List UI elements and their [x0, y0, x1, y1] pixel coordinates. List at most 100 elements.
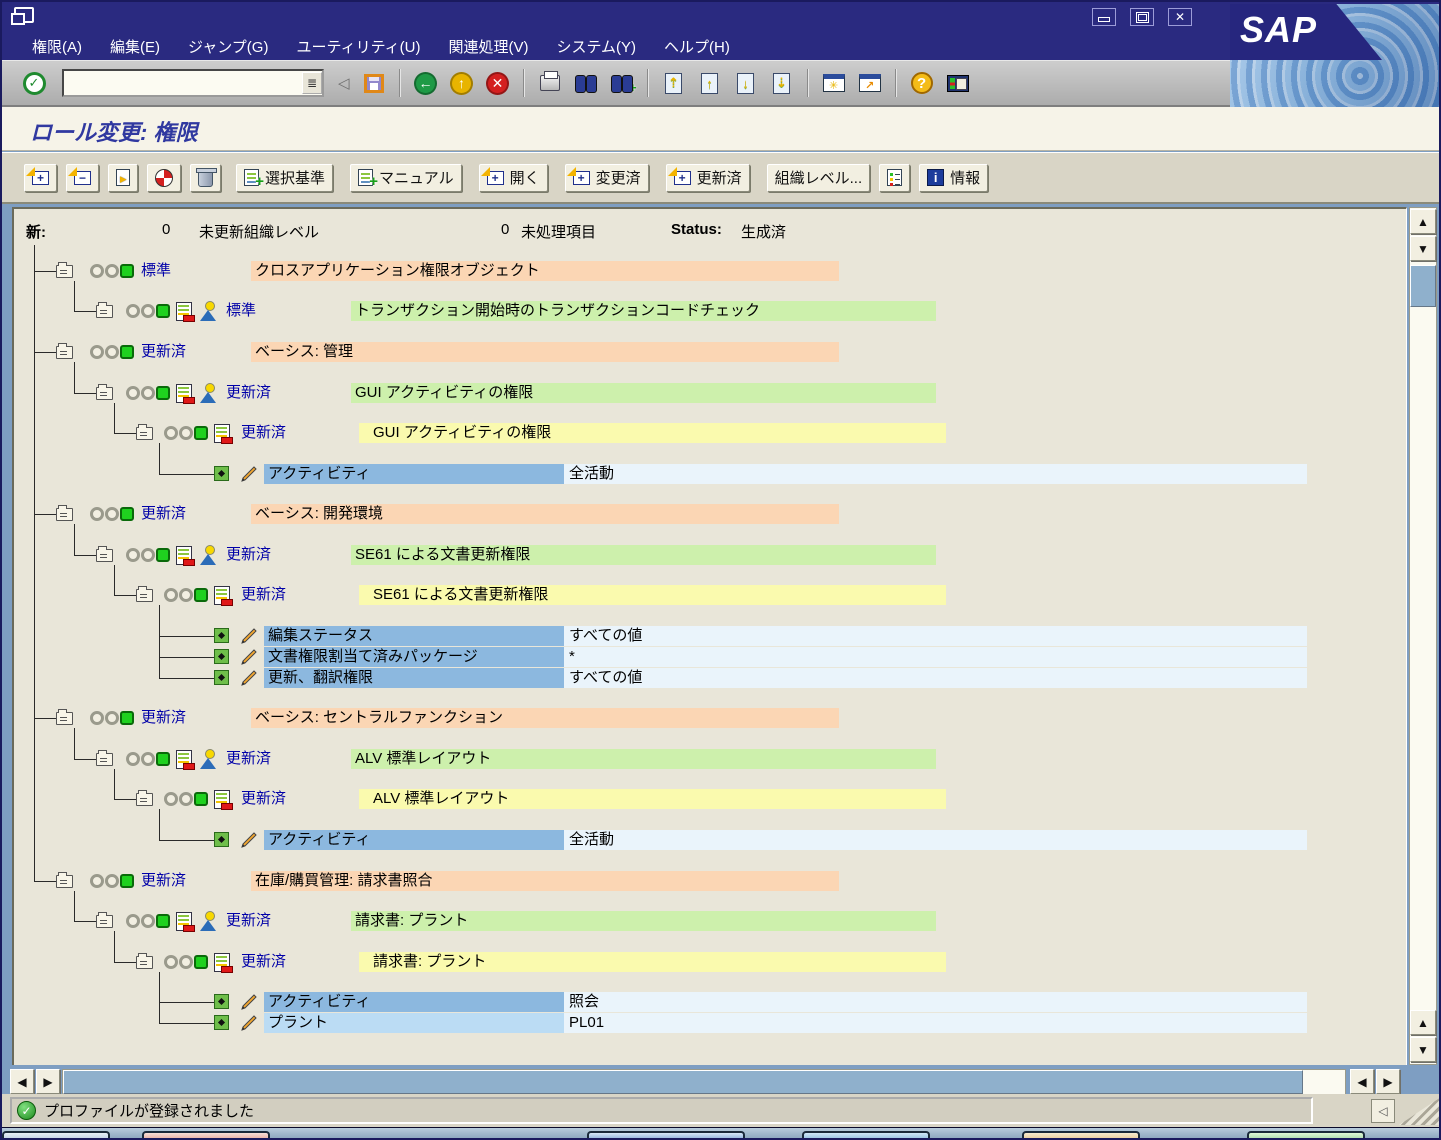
- folder-icon[interactable]: [96, 305, 113, 318]
- tree-row-class[interactable]: 更新済 ベーシス: セントラルファンクション: [14, 708, 1406, 728]
- horizontal-scroll-thumb[interactable]: [63, 1070, 1303, 1094]
- tree-row-field[interactable]: アクティビティ 全活動: [14, 830, 1406, 850]
- scroll-up-button[interactable]: ▲: [1410, 209, 1436, 234]
- row-description[interactable]: 請求書: プラント: [351, 911, 936, 931]
- field-label[interactable]: 文書権限割当て済みパッケージ: [264, 647, 564, 667]
- help-button[interactable]: ?: [904, 65, 940, 101]
- next-page-button[interactable]: ↓: [728, 65, 764, 101]
- resize-grip[interactable]: [1399, 1097, 1441, 1125]
- field-value[interactable]: PL01: [564, 1013, 1307, 1033]
- tree-row-object[interactable]: 更新済 ALV 標準レイアウト: [14, 749, 1406, 769]
- tree-row-object[interactable]: 更新済 GUI アクティビティの権限: [14, 383, 1406, 403]
- menu-utilities[interactable]: ユーティリティ(U): [296, 36, 420, 57]
- tree-row-object[interactable]: 更新済 SE61 による文書更新権限: [14, 545, 1406, 565]
- last-page-button[interactable]: ⇣: [764, 65, 800, 101]
- taskbar-item[interactable]: [2, 1131, 110, 1140]
- scroll-down-button-bottom[interactable]: ▼: [1410, 1037, 1436, 1062]
- taskbar-item[interactable]: [587, 1131, 745, 1140]
- scroll-down-button[interactable]: ▼: [1410, 236, 1436, 261]
- row-description[interactable]: 在庫/購買管理: 請求書照合: [251, 871, 839, 891]
- command-field[interactable]: ≣: [62, 69, 324, 97]
- scroll-left-button-right[interactable]: ◀: [1350, 1069, 1374, 1094]
- tree-row-authorization[interactable]: 更新済 SE61 による文書更新権限: [14, 585, 1406, 605]
- row-description[interactable]: GUI アクティビティの権限: [351, 383, 936, 403]
- manual-button[interactable]: + マニュアル: [350, 164, 462, 192]
- folder-icon[interactable]: [136, 589, 153, 602]
- find-button[interactable]: [568, 65, 604, 101]
- tree-row-object[interactable]: 標準 トランザクション開始時のトランザクションコードチェック: [14, 301, 1406, 321]
- tree-row-field[interactable]: アクティビティ 照会: [14, 992, 1406, 1012]
- pencil-icon[interactable]: [240, 831, 258, 849]
- folder-icon[interactable]: [136, 956, 153, 969]
- minimize-button[interactable]: [1092, 8, 1116, 26]
- pencil-icon[interactable]: [240, 648, 258, 666]
- move-node-button[interactable]: [108, 164, 138, 192]
- menu-system[interactable]: システム(Y): [557, 36, 637, 57]
- menu-goto[interactable]: ジャンプ(G): [188, 36, 268, 57]
- folder-icon[interactable]: [136, 427, 153, 440]
- tree-row-object[interactable]: 更新済 請求書: プラント: [14, 911, 1406, 931]
- field-value[interactable]: 全活動: [564, 464, 1307, 484]
- folder-icon[interactable]: [96, 549, 113, 562]
- field-label[interactable]: アクティビティ: [264, 992, 564, 1012]
- pencil-icon[interactable]: [240, 669, 258, 687]
- field-value[interactable]: すべての値: [564, 668, 1307, 688]
- tree-row-class[interactable]: 更新済 ベーシス: 管理: [14, 342, 1406, 362]
- tree-row-class[interactable]: 更新済 ベーシス: 開発環境: [14, 504, 1406, 524]
- customize-layout-button[interactable]: [940, 65, 976, 101]
- pencil-icon[interactable]: [240, 993, 258, 1011]
- open-button[interactable]: + 開く: [479, 164, 548, 192]
- new-session-button[interactable]: ✳: [816, 65, 852, 101]
- row-description[interactable]: ベーシス: 管理: [251, 342, 839, 362]
- status-collapse-icon[interactable]: ◁: [1371, 1099, 1395, 1123]
- folder-icon[interactable]: [56, 712, 73, 725]
- taskbar-item[interactable]: [802, 1131, 930, 1140]
- pencil-icon[interactable]: [240, 627, 258, 645]
- collapse-node-button[interactable]: −: [66, 164, 99, 192]
- command-history-icon[interactable]: ≣: [302, 72, 322, 94]
- row-description[interactable]: 請求書: プラント: [359, 952, 946, 972]
- first-page-button[interactable]: ⇡: [656, 65, 692, 101]
- back-button[interactable]: ←: [408, 65, 444, 101]
- enter-button[interactable]: ✓: [16, 65, 52, 101]
- windows-taskbar[interactable]: [2, 1127, 1441, 1140]
- menu-authorization[interactable]: 権限(A): [32, 36, 82, 57]
- folder-icon[interactable]: [56, 875, 73, 888]
- save-button[interactable]: [356, 65, 392, 101]
- command-input[interactable]: [64, 75, 302, 91]
- vertical-scroll-thumb[interactable]: [1410, 265, 1436, 307]
- menu-environment[interactable]: 関連処理(V): [449, 36, 529, 57]
- taskbar-item[interactable]: [1247, 1131, 1365, 1140]
- changed-button[interactable]: + 変更済: [565, 164, 649, 192]
- status-overview-button[interactable]: [147, 164, 181, 192]
- exit-button[interactable]: ↑: [444, 65, 480, 101]
- cancel-button[interactable]: ✕: [480, 65, 516, 101]
- row-description[interactable]: ベーシス: 開発環境: [251, 504, 839, 524]
- row-description[interactable]: SE61 による文書更新権限: [359, 585, 946, 605]
- field-label-org-level[interactable]: プラント: [264, 1013, 564, 1033]
- folder-icon[interactable]: [56, 346, 73, 359]
- tree-row-field[interactable]: 更新、翻訳権限 すべての値: [14, 668, 1406, 688]
- tree-row-field[interactable]: 文書権限割当て済みパッケージ *: [14, 647, 1406, 667]
- folder-icon[interactable]: [56, 265, 73, 278]
- maintained-button[interactable]: + 更新済: [666, 164, 750, 192]
- menu-help[interactable]: ヘルプ(H): [664, 36, 730, 57]
- field-label[interactable]: 更新、翻訳権限: [264, 668, 564, 688]
- field-label[interactable]: 編集ステータス: [264, 626, 564, 646]
- row-description[interactable]: SE61 による文書更新権限: [351, 545, 936, 565]
- menu-edit[interactable]: 編集(E): [110, 36, 160, 57]
- field-value[interactable]: 照会: [564, 992, 1307, 1012]
- org-levels-button[interactable]: 組織レベル...: [767, 164, 871, 192]
- folder-icon[interactable]: [96, 753, 113, 766]
- row-description[interactable]: ALV 標準レイアウト: [359, 789, 946, 809]
- folder-icon[interactable]: [56, 508, 73, 521]
- field-label[interactable]: アクティビティ: [264, 464, 564, 484]
- legend-button[interactable]: [879, 164, 910, 192]
- previous-page-button[interactable]: ↑: [692, 65, 728, 101]
- find-next-button[interactable]: +: [604, 65, 640, 101]
- folder-icon[interactable]: [96, 387, 113, 400]
- pencil-icon[interactable]: [240, 1014, 258, 1032]
- row-description[interactable]: トランザクション開始時のトランザクションコードチェック: [351, 301, 936, 321]
- field-value[interactable]: *: [564, 647, 1307, 667]
- row-description[interactable]: ALV 標準レイアウト: [351, 749, 936, 769]
